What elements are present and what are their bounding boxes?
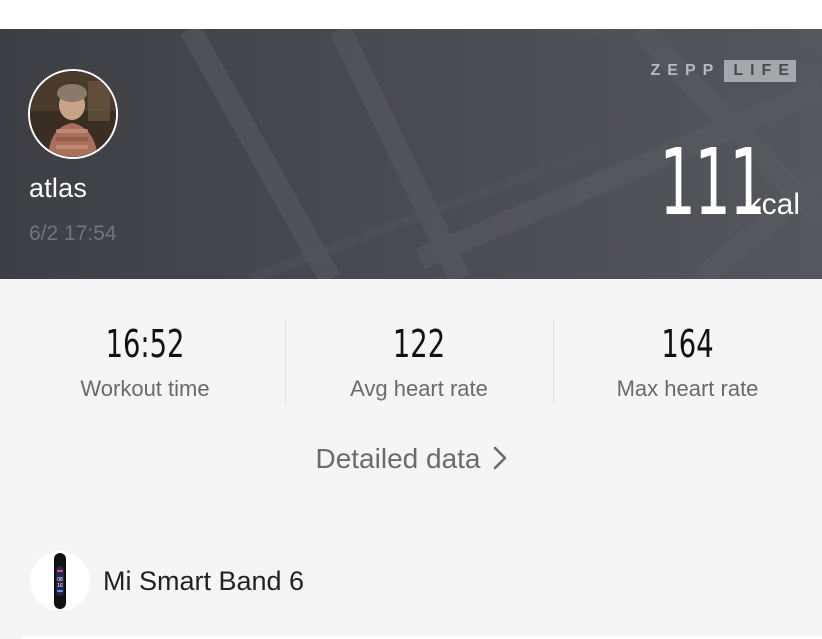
divider: [285, 318, 286, 404]
stat-avg-heart-rate: 122 Avg heart rate: [285, 318, 553, 404]
username: atlas: [29, 173, 88, 203]
smart-band-icon: 08 16: [30, 551, 90, 611]
stat-value: 122: [392, 322, 446, 366]
device-name: Mi Smart Band 6: [103, 566, 305, 596]
stat-workout-time: 16:52 Workout time: [5, 318, 285, 404]
workout-header: atlas 6/2 17:54 ZEPP LIFE 111 kcal: [0, 29, 822, 279]
workout-stats: 16:52 Workout time 122 Avg heart rate 16…: [0, 318, 822, 404]
stat-label: Avg heart rate: [350, 376, 488, 401]
workout-datetime: 6/2 17:54: [29, 222, 117, 245]
stat-label: Workout time: [80, 376, 210, 401]
avatar[interactable]: [28, 69, 118, 159]
stat-max-heart-rate: 164 Max heart rate: [553, 318, 822, 404]
avatar-image: [30, 71, 116, 157]
stat-label: Max heart rate: [616, 376, 759, 401]
detailed-data-label: Detailed data: [315, 443, 481, 474]
chevron-right-icon: [493, 445, 507, 477]
brand-zepp: ZEPP: [650, 62, 721, 79]
brand-logo: ZEPP LIFE: [651, 60, 796, 82]
status-area: [0, 0, 822, 29]
detailed-data-link[interactable]: Detailed data: [0, 443, 822, 477]
workout-summary-page: atlas 6/2 17:54 ZEPP LIFE 111 kcal 16:52…: [0, 0, 822, 639]
brand-life: LIFE: [724, 60, 796, 82]
device-row[interactable]: 08 16 Mi Smart Band 6: [0, 523, 822, 639]
calories-display: 111 kcal: [595, 137, 800, 229]
stat-value: 16:52: [105, 322, 185, 366]
divider: [553, 318, 554, 404]
svg-text:16: 16: [57, 583, 63, 589]
stat-value: 164: [661, 322, 714, 366]
calories-value: 111: [659, 129, 765, 236]
